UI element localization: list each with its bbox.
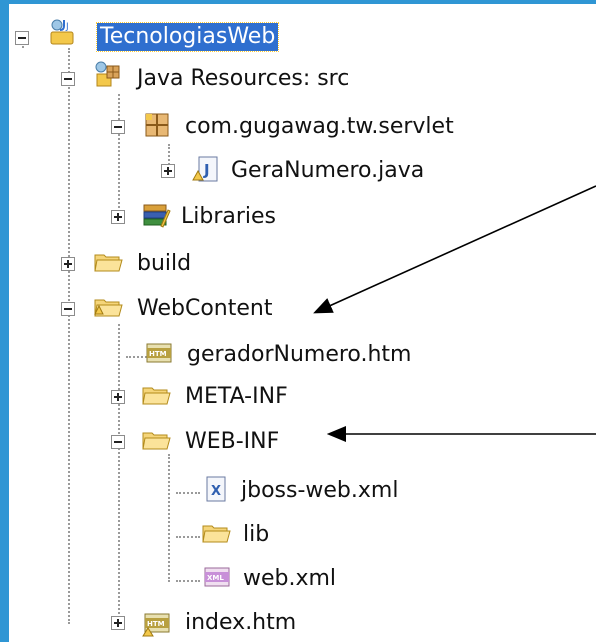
tree-item-label: Libraries xyxy=(181,204,277,229)
folder-icon xyxy=(94,254,123,272)
tree-item-geradornumero-htm[interactable]: HTM geradorNumero.htm xyxy=(105,334,505,374)
collapse-toggle[interactable] xyxy=(111,435,125,449)
tree-item-label: lib xyxy=(243,522,270,547)
svg-text:J: J xyxy=(203,161,210,179)
tree-item-label: TecnologiasWeb xyxy=(95,22,280,52)
tree-item-jboss-web-xml[interactable]: X jboss-web.xml xyxy=(155,470,475,510)
xml-file-icon: XML xyxy=(204,567,230,587)
tree-item-label: com.gugawag.tw.servlet xyxy=(185,114,454,139)
expand-toggle[interactable] xyxy=(161,164,175,178)
tree-item-web-inf[interactable]: WEB-INF xyxy=(105,421,365,461)
package-icon xyxy=(145,113,169,137)
collapse-toggle[interactable] xyxy=(61,302,75,316)
expand-toggle[interactable] xyxy=(111,210,125,224)
tree-item-label: GeraNumero.java xyxy=(231,158,425,183)
tree-item-index-htm[interactable]: HTM index.htm xyxy=(105,602,365,642)
collapse-toggle[interactable] xyxy=(15,31,29,45)
tree-item-lib[interactable]: lib xyxy=(155,514,315,554)
tree-item-label: geradorNumero.htm xyxy=(187,342,412,367)
tree-item-geranumero-java[interactable]: J GeraNumero.java xyxy=(155,150,535,190)
config-file-icon: X xyxy=(206,476,226,502)
expand-toggle[interactable] xyxy=(111,616,125,630)
svg-text:XML: XML xyxy=(207,574,224,582)
tree-item-meta-inf[interactable]: META-INF xyxy=(105,376,365,416)
svg-text:X: X xyxy=(211,484,221,499)
htm-file-icon: HTM xyxy=(142,613,170,637)
java-resources-icon xyxy=(95,61,120,87)
tree-item-label: index.htm xyxy=(185,610,297,635)
tree-item-label: META-INF xyxy=(185,384,288,409)
tree-item-webcontent[interactable]: WebContent xyxy=(55,288,335,328)
collapse-toggle[interactable] xyxy=(111,120,125,134)
htm-file-icon: HTM xyxy=(146,343,172,363)
tree-item-java-resources[interactable]: Java Resources: src xyxy=(55,58,435,98)
collapse-toggle[interactable] xyxy=(61,72,75,86)
tree-guide xyxy=(68,48,70,624)
tree-item-label: WebContent xyxy=(137,296,273,321)
expand-toggle[interactable] xyxy=(111,390,125,404)
tree-item-label: web.xml xyxy=(243,566,337,591)
folder-icon xyxy=(142,387,171,405)
folder-icon xyxy=(94,299,123,317)
folder-icon xyxy=(202,525,231,543)
tree-item-tecnologiasweb[interactable]: J TecnologiasWeb xyxy=(10,18,340,58)
libraries-icon xyxy=(143,204,171,228)
tree-item-libraries[interactable]: Libraries xyxy=(105,196,405,236)
tree-item-web-xml[interactable]: XML web.xml xyxy=(155,558,395,598)
tree-item-label: jboss-web.xml xyxy=(241,478,399,503)
expand-toggle[interactable] xyxy=(61,257,75,271)
web-project-icon: J xyxy=(50,19,74,45)
java-file-icon: J xyxy=(192,156,218,182)
folder-icon xyxy=(142,432,171,450)
svg-text:HTM: HTM xyxy=(149,350,167,358)
svg-text:J: J xyxy=(65,22,69,32)
tree-item-label: Java Resources: src xyxy=(137,66,350,91)
project-explorer-tree: J TecnologiasWeb Java Resources: src com… xyxy=(0,0,596,642)
tree-item-label: build xyxy=(137,251,192,276)
tree-item-label: WEB-INF xyxy=(185,429,280,454)
tree-item-package[interactable]: com.gugawag.tw.servlet xyxy=(105,106,555,146)
svg-text:HTM: HTM xyxy=(147,620,165,628)
tree-item-build[interactable]: build xyxy=(55,243,255,283)
